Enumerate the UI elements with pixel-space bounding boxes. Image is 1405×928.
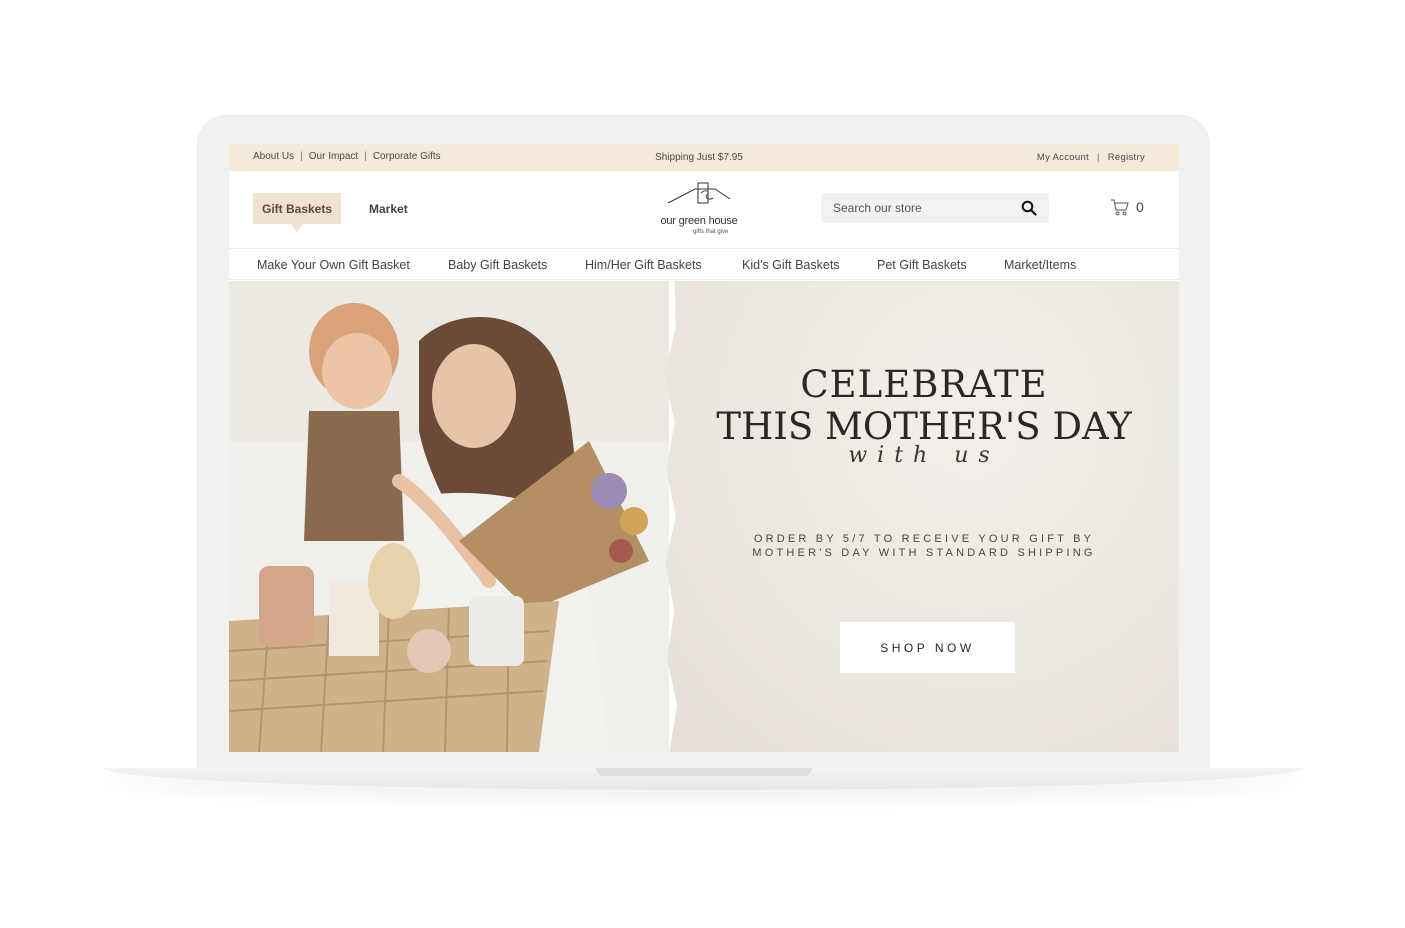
logo-tagline: gifts that give bbox=[693, 229, 729, 235]
nav-kids-gift-baskets[interactable]: Kid's Gift Baskets bbox=[742, 258, 840, 272]
separator: | bbox=[1096, 152, 1100, 163]
nav-make-your-own[interactable]: Make Your Own Gift Basket bbox=[257, 258, 410, 272]
account-links: My Account | Registry bbox=[1037, 152, 1145, 163]
search-box bbox=[821, 193, 1049, 223]
hero-photo bbox=[229, 281, 669, 752]
hero-order-note: ORDER BY 5/7 TO RECEIVE YOUR GIFT BY MOT… bbox=[659, 532, 1179, 560]
cart-count: 0 bbox=[1136, 199, 1144, 215]
cart-button[interactable]: 0 bbox=[1110, 198, 1144, 216]
hero-title-line1: CELEBRATE bbox=[800, 363, 1048, 406]
hero-order-line2: MOTHER'S DAY WITH STANDARD SHIPPING bbox=[752, 547, 1096, 559]
category-nav: Make Your Own Gift Basket Baby Gift Bask… bbox=[229, 250, 1179, 280]
nav-baby-gift-baskets[interactable]: Baby Gift Baskets bbox=[448, 258, 547, 272]
search-icon[interactable] bbox=[1021, 200, 1037, 216]
shipping-banner: Shipping Just $7.95 bbox=[655, 152, 743, 163]
cart-icon bbox=[1111, 199, 1129, 216]
hero-title: CELEBRATE THIS MOTHER'S DAY bbox=[659, 364, 1179, 448]
tab-gift-baskets[interactable]: Gift Baskets bbox=[253, 193, 341, 232]
site-logo[interactable]: our green house gifts that give bbox=[657, 181, 741, 239]
hero-photo-illustration bbox=[229, 281, 669, 752]
website-screen: About Us | Our Impact | Corporate Gifts … bbox=[229, 144, 1179, 752]
nav-pet-gift-baskets[interactable]: Pet Gift Baskets bbox=[877, 258, 967, 272]
hero-paper-background bbox=[664, 281, 1179, 752]
site-header: Gift Baskets Market our green house gift… bbox=[229, 171, 1179, 249]
my-account-link[interactable]: My Account bbox=[1037, 152, 1089, 163]
hero-title-line2: THIS MOTHER'S DAY bbox=[716, 405, 1132, 448]
tab-market[interactable]: Market bbox=[369, 202, 408, 216]
shop-now-button[interactable]: SHOP NOW bbox=[840, 622, 1015, 673]
nav-market-items[interactable]: Market/Items bbox=[1004, 258, 1076, 272]
hero-banner: CELEBRATE THIS MOTHER'S DAY with us ORDE… bbox=[229, 281, 1179, 752]
laptop-notch bbox=[596, 768, 812, 776]
house-logo-icon bbox=[667, 182, 731, 204]
hero-order-line1: ORDER BY 5/7 TO RECEIVE YOUR GIFT BY bbox=[753, 533, 1095, 545]
nav-him-her-gift-baskets[interactable]: Him/Her Gift Baskets bbox=[585, 258, 702, 272]
hero-script-text: with us bbox=[848, 443, 1000, 468]
registry-link[interactable]: Registry bbox=[1108, 152, 1145, 163]
search-input[interactable] bbox=[821, 193, 1011, 223]
utility-bar: About Us | Our Impact | Corporate Gifts … bbox=[229, 144, 1179, 171]
logo-name: our green house bbox=[660, 215, 738, 227]
